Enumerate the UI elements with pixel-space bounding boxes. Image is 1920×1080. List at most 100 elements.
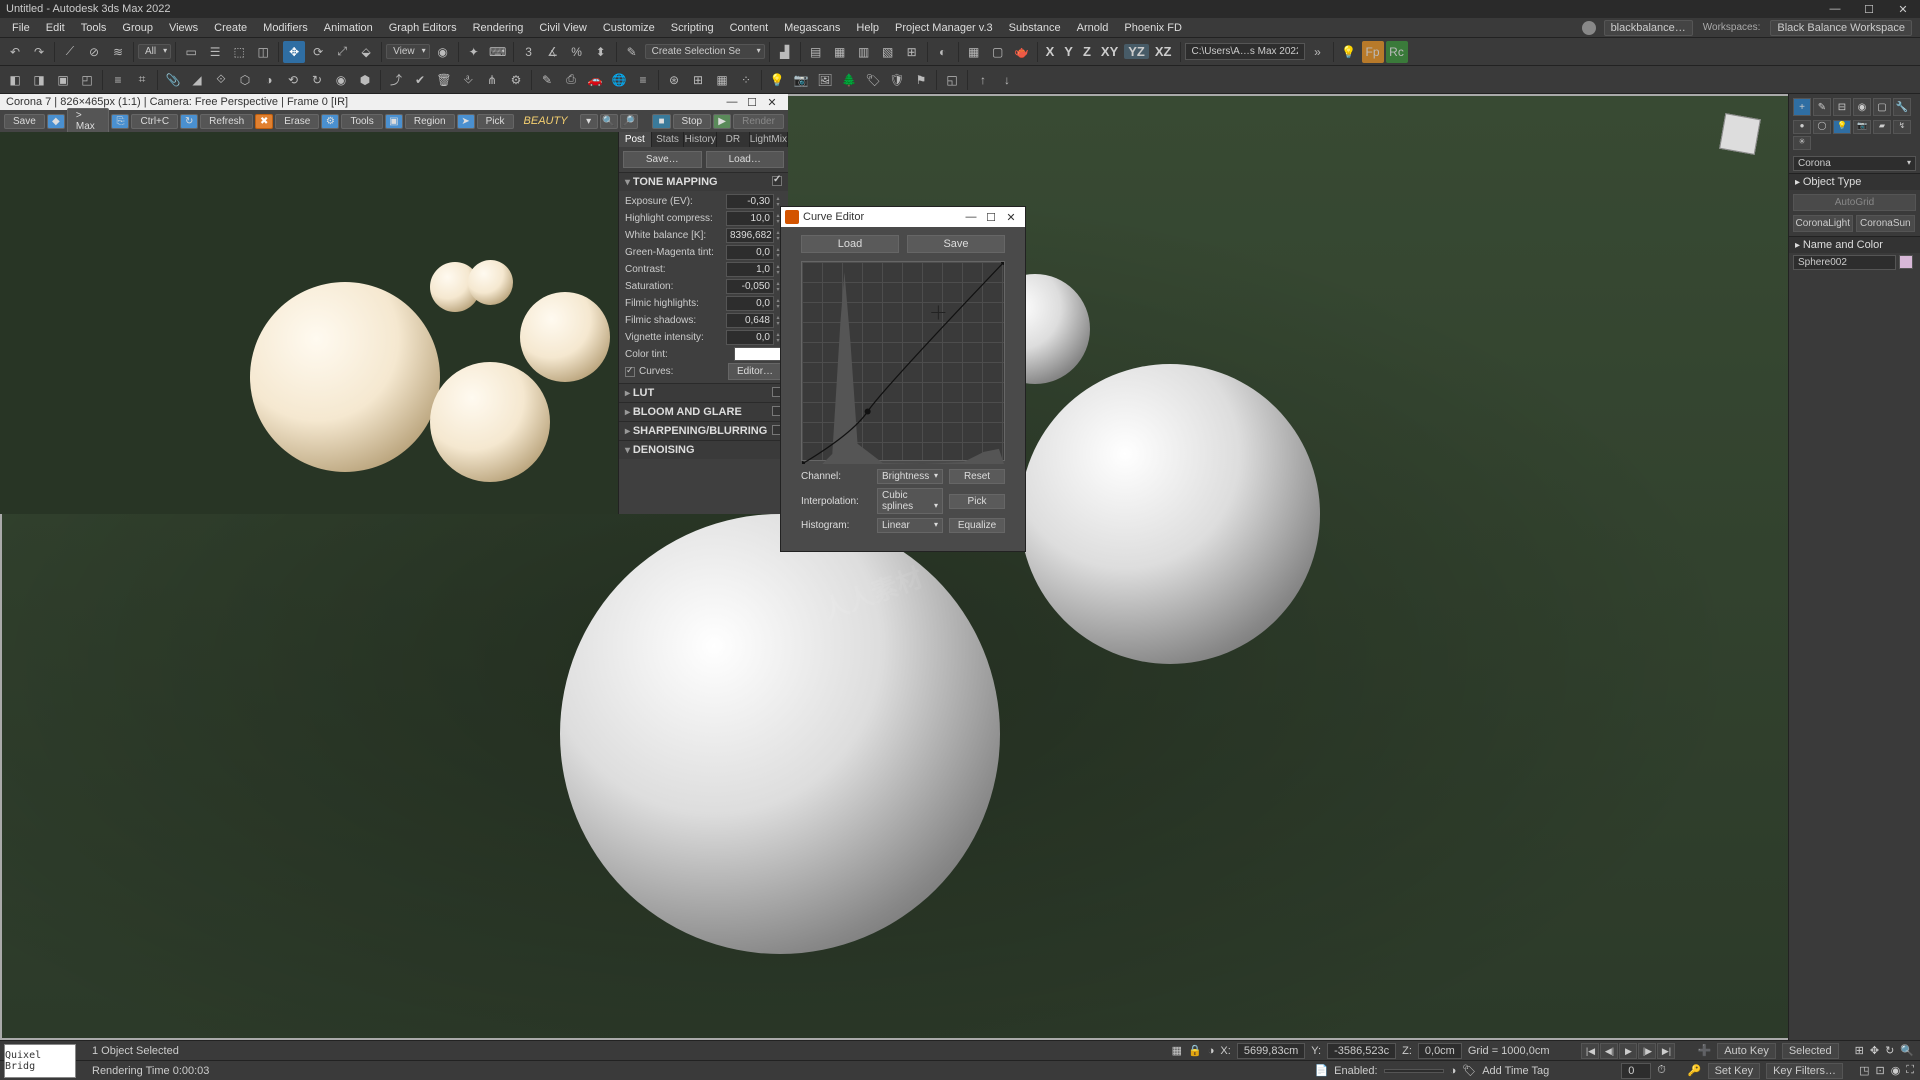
cp-space[interactable]: ↯ — [1893, 120, 1911, 134]
tb2-17[interactable]: ⎀ — [457, 69, 479, 91]
keyfilters-button[interactable]: Key Filters… — [1766, 1063, 1843, 1079]
menu-edit[interactable]: Edit — [38, 22, 73, 34]
tb2-14[interactable]: ⬢ — [354, 69, 376, 91]
select-move-button[interactable]: ✥ — [283, 41, 305, 63]
current-frame-input[interactable]: 0 — [1621, 1063, 1651, 1079]
vfb-ctrlc-button[interactable]: Ctrl+C — [131, 114, 178, 129]
tb2-print[interactable]: ⎙ — [560, 69, 582, 91]
tb2-18[interactable]: ⋔ — [481, 69, 503, 91]
highlight-input[interactable]: 10,0 — [726, 211, 774, 226]
axis-x[interactable]: X — [1042, 44, 1059, 59]
menu-grapheditors[interactable]: Graph Editors — [381, 22, 465, 34]
vfb-close[interactable]: ✕ — [762, 96, 782, 109]
menu-substance[interactable]: Substance — [1001, 22, 1069, 34]
menu-modifiers[interactable]: Modifiers — [255, 22, 316, 34]
tone-mapping-header[interactable]: TONE MAPPING — [619, 173, 788, 191]
goto-start[interactable]: |◀ — [1581, 1043, 1599, 1059]
named-selection[interactable]: Create Selection Se — [645, 44, 765, 59]
x-value[interactable]: 5699,83cm — [1237, 1043, 1305, 1059]
vfb-refresh-button[interactable]: Refresh — [200, 114, 253, 129]
exposure-input[interactable]: -0,30 — [726, 194, 774, 209]
tb2-bulb[interactable]: 💡 — [766, 69, 788, 91]
fh-input[interactable]: 0,0 — [726, 296, 774, 311]
vfb-erase-button[interactable]: Erase — [275, 114, 319, 129]
vfb-pick-icon[interactable]: ➤ — [457, 114, 475, 129]
vig-input[interactable]: 0,0 — [726, 330, 774, 345]
vfb-load2-button[interactable]: Load… — [706, 151, 785, 168]
tb2-9[interactable]: ⬡ — [234, 69, 256, 91]
cp-hierarchy-tab[interactable]: ⊟ — [1833, 98, 1851, 116]
menu-customize[interactable]: Customize — [595, 22, 663, 34]
vfb-zoom-out[interactable]: ▾ — [580, 114, 598, 129]
tb2-gear[interactable]: ⚙ — [505, 69, 527, 91]
project-path[interactable] — [1185, 43, 1305, 60]
tone-mapping-checkbox[interactable] — [772, 176, 782, 186]
vfb-save2-button[interactable]: Save… — [623, 151, 702, 168]
vfb-tomax-icon[interactable]: ◆ — [47, 114, 65, 129]
enabled-input[interactable] — [1384, 1069, 1444, 1073]
tb2-dots[interactable]: ⁘ — [735, 69, 757, 91]
snap-toggle-button[interactable]: 3 — [518, 41, 540, 63]
vfb-tab-post[interactable]: Post — [619, 132, 652, 147]
selection-filter[interactable]: All — [138, 44, 171, 59]
gm-input[interactable]: 0,0 — [726, 245, 774, 260]
cp-lights[interactable]: 💡 — [1833, 120, 1851, 134]
prev-frame[interactable]: ◀| — [1600, 1043, 1618, 1059]
menu-civilview[interactable]: Civil View — [531, 22, 594, 34]
z-value[interactable]: 0,0cm — [1418, 1043, 1462, 1059]
cp-systems[interactable]: ✳ — [1793, 136, 1811, 150]
curve-equalize-button[interactable]: Equalize — [949, 518, 1005, 533]
tb2-2[interactable]: ◨ — [28, 69, 50, 91]
render-setup-button[interactable]: ▦ — [963, 41, 985, 63]
angle-snap-button[interactable]: ∡ — [542, 41, 564, 63]
tb2-12[interactable]: ↻ — [306, 69, 328, 91]
wb-input[interactable]: 8396,682 — [726, 228, 774, 243]
edit-selection-button[interactable]: ✎ — [621, 41, 643, 63]
cp-geom[interactable]: ● — [1793, 120, 1811, 134]
time-config-icon[interactable]: ⏱ — [1657, 1064, 1666, 1077]
curve-minimize[interactable]: — — [961, 211, 981, 223]
select-name-button[interactable]: ☰ — [204, 41, 226, 63]
align-button[interactable]: ▤ — [805, 41, 827, 63]
nav-icon-4[interactable]: 🔍 — [1900, 1044, 1914, 1057]
menu-scripting[interactable]: Scripting — [663, 22, 722, 34]
select-scale-button[interactable]: ⤢ — [331, 41, 353, 63]
isolate-icon[interactable]: ◑ — [1450, 1065, 1457, 1077]
vfb-zoom-fit[interactable]: 🔍 — [600, 114, 618, 129]
tb2-brush[interactable]: ✎ — [536, 69, 558, 91]
cp-category[interactable]: Corona — [1793, 156, 1916, 171]
curve-editor-button[interactable]: ▧ — [877, 41, 899, 63]
percent-snap-button[interactable]: % — [566, 41, 588, 63]
add-time-tag[interactable]: Add Time Tag — [1482, 1065, 1549, 1077]
tb2-1[interactable]: ◧ — [4, 69, 26, 91]
vfb-save-button[interactable]: Save — [4, 114, 45, 129]
cp-cameras[interactable]: 📷 — [1853, 120, 1871, 134]
tb2-11[interactable]: ⟲ — [282, 69, 304, 91]
layer-manager-button[interactable]: ▦ — [829, 41, 851, 63]
vfb-tab-lightmix[interactable]: LightMix — [750, 132, 788, 147]
menu-views[interactable]: Views — [161, 22, 206, 34]
tb2-5[interactable]: ≡ — [107, 69, 129, 91]
name-color-header[interactable]: ▸ Name and Color — [1789, 236, 1920, 253]
nav-icon-1[interactable]: ⊞ — [1855, 1044, 1864, 1057]
workspace-selector[interactable]: Black Balance Workspace — [1770, 20, 1912, 36]
select-rotate-button[interactable]: ⟳ — [307, 41, 329, 63]
tb2-8[interactable]: ⟐ — [210, 69, 232, 91]
tb2-trash[interactable]: 🗑 — [433, 69, 455, 91]
minimize-button[interactable]: — — [1818, 3, 1852, 16]
menu-help[interactable]: Help — [848, 22, 887, 34]
vfb-render-button[interactable]: Render — [733, 114, 784, 129]
corona-vfb-window[interactable]: Corona 7 | 826×465px (1:1) | Camera: Fre… — [0, 94, 788, 514]
cp-helpers[interactable]: ▰ — [1873, 120, 1891, 134]
menu-create[interactable]: Create — [206, 22, 255, 34]
toggle-ribbon-button[interactable]: ▥ — [853, 41, 875, 63]
tb2-cube[interactable]: ◱ — [941, 69, 963, 91]
nav-icon-8[interactable]: ⛶ — [1906, 1064, 1914, 1077]
keyboard-shortcut-button[interactable]: ⌨ — [487, 41, 509, 63]
cp-modify-tab[interactable]: ✎ — [1813, 98, 1831, 116]
autokey-button[interactable]: Auto Key — [1717, 1043, 1776, 1059]
channel-select[interactable]: Brightness — [877, 469, 943, 484]
tb2-car[interactable]: 🚗 — [584, 69, 606, 91]
tb2-10[interactable]: ◑ — [258, 69, 280, 91]
cp-shapes[interactable]: ◯ — [1813, 120, 1831, 134]
